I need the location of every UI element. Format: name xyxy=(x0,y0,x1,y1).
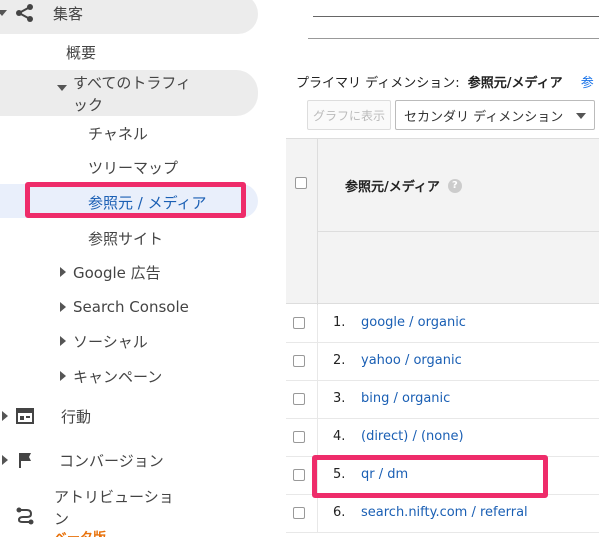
behavior-icon xyxy=(16,408,34,424)
highlight-box-source-medium xyxy=(25,182,246,218)
sidebar-item-all-traffic[interactable]: すべてのトラフィ ック xyxy=(57,72,247,116)
row-checkbox[interactable] xyxy=(293,317,305,329)
beta-badge: ベータ版 xyxy=(54,527,106,537)
chevron-right-icon xyxy=(2,411,8,421)
chevron-right-icon xyxy=(60,336,66,346)
table-row: 4. (direct) / (none) xyxy=(286,419,599,457)
primary-dimension-value[interactable]: 参照元/メディア xyxy=(468,76,563,91)
row-number: 1. xyxy=(333,315,346,330)
chevron-down-icon xyxy=(57,85,67,91)
chevron-down-icon xyxy=(576,113,586,119)
table-row: 6. search.nifty.com / referral xyxy=(286,495,599,533)
attribution-icon xyxy=(15,506,35,526)
sidebar-item-conversions[interactable]: コンバージョン xyxy=(0,450,164,470)
row-checkbox[interactable] xyxy=(293,393,305,405)
primary-dimension-label: プライマリ ディメンション: xyxy=(296,76,460,91)
row-number: 6. xyxy=(333,505,346,520)
secondary-dimension-select[interactable]: セカンダリ ディメンション xyxy=(395,100,595,130)
row-number: 4. xyxy=(333,429,346,444)
chevron-right-icon xyxy=(2,455,8,465)
sidebar-item-overview[interactable]: 概要 xyxy=(66,42,96,62)
primary-dimension-option[interactable]: 参 xyxy=(581,76,594,91)
plot-rows-label: グラフに表示 xyxy=(312,108,385,123)
column-header-source-medium[interactable]: 参照元/メディア ? xyxy=(345,176,462,195)
sidebar-item-label: チャネル xyxy=(88,124,148,143)
divider xyxy=(308,38,599,39)
row-checkbox[interactable] xyxy=(293,507,305,519)
row-source-link[interactable]: search.nifty.com / referral xyxy=(361,505,528,520)
sidebar-item-label: アトリビューショ xyxy=(54,488,174,506)
select-all-checkbox[interactable] xyxy=(295,177,307,189)
table-row: 3. bing / organic xyxy=(286,381,599,419)
sidebar-item-campaigns[interactable]: キャンペーン xyxy=(60,366,162,386)
header-checkbox-cell-lower xyxy=(286,231,318,305)
header-divider xyxy=(318,231,599,232)
sidebar-item-label-cont: ン xyxy=(54,510,70,528)
sidebar-item-label: ソーシャル xyxy=(73,332,148,351)
divider xyxy=(313,16,599,17)
sidebar-item-label: 参照サイト xyxy=(88,229,164,248)
sidebar: 集客 概要 すべてのトラフィ ック チャネル ツリーマップ 参照元 / メディア… xyxy=(0,0,286,537)
secondary-dimension-label: セカンダリ ディメンション xyxy=(404,109,564,125)
primary-dimension-bar: プライマリ ディメンション: 参照元/メディア 参 xyxy=(296,72,594,91)
chevron-down-icon xyxy=(0,10,7,16)
sidebar-item-label: 行動 xyxy=(61,407,92,426)
table-row: 1. google / organic xyxy=(286,305,599,343)
flag-icon xyxy=(18,452,32,468)
row-checkbox[interactable] xyxy=(293,469,305,481)
sidebar-item-referrals[interactable]: 参照サイト xyxy=(88,228,163,248)
sidebar-item-label: コンバージョン xyxy=(59,451,164,470)
row-checkbox[interactable] xyxy=(293,355,305,367)
row-checkbox[interactable] xyxy=(293,431,305,443)
table-row: 2. yahoo / organic xyxy=(286,343,599,381)
sidebar-item-treemap[interactable]: ツリーマップ xyxy=(88,157,178,177)
sidebar-item-search-console[interactable]: Search Console xyxy=(60,297,189,317)
row-number: 3. xyxy=(333,391,346,406)
row-source-link[interactable]: bing / organic xyxy=(361,391,450,406)
sidebar-item-label: ツリーマップ xyxy=(88,158,179,177)
chevron-right-icon xyxy=(60,267,66,277)
table-header: 参照元/メディア ? xyxy=(286,138,599,305)
sidebar-item-label: キャンペーン xyxy=(73,367,163,386)
sidebar-item-behavior[interactable]: 行動 xyxy=(0,406,91,426)
row-source-link[interactable]: google / organic xyxy=(361,315,466,330)
sidebar-item-label: すべてのトラフィ xyxy=(73,74,192,92)
row-source-link[interactable]: (direct) / (none) xyxy=(361,429,464,444)
highlight-box-qr-dm xyxy=(312,455,548,498)
sidebar-item-label: Search Console xyxy=(73,298,189,316)
header-checkbox-cell xyxy=(286,139,318,231)
chevron-right-icon xyxy=(60,371,66,381)
row-number: 2. xyxy=(333,353,346,368)
sidebar-item-label: 概要 xyxy=(66,43,97,62)
sidebar-item-attribution[interactable]: アトリビューショ ン ベータ版 xyxy=(0,484,250,537)
row-source-link[interactable]: yahoo / organic xyxy=(361,353,462,368)
sidebar-item-acquisition[interactable]: 集客 xyxy=(0,3,83,23)
acquisition-icon xyxy=(15,4,35,22)
sidebar-item-google-ads[interactable]: Google 広告 xyxy=(60,262,161,282)
plot-rows-button[interactable]: グラフに表示 xyxy=(307,100,391,130)
sidebar-item-label: Google 広告 xyxy=(73,263,161,282)
sidebar-item-channels[interactable]: チャネル xyxy=(88,123,148,143)
sidebar-item-social[interactable]: ソーシャル xyxy=(60,331,148,351)
column-header-label: 参照元/メディア xyxy=(345,180,440,195)
sidebar-item-label-cont: ック xyxy=(73,96,104,114)
sidebar-item-label: 集客 xyxy=(53,4,84,23)
help-icon[interactable]: ? xyxy=(447,178,462,193)
chevron-right-icon xyxy=(60,302,66,312)
